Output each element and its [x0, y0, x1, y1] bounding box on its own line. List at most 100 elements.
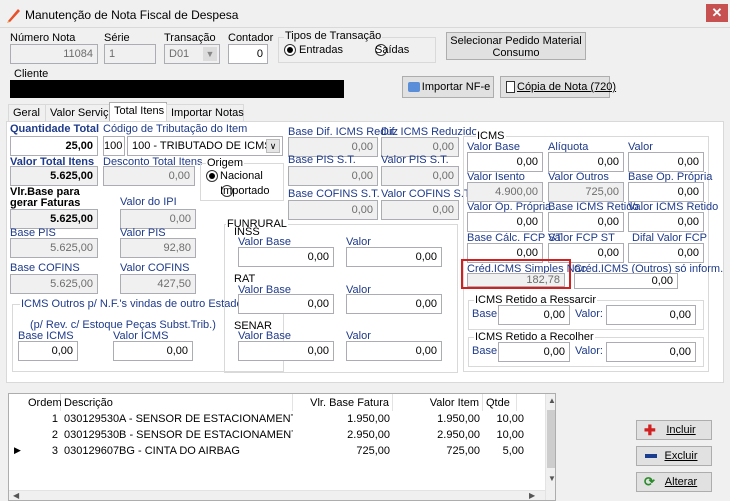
cliente-label: Cliente: [14, 68, 49, 80]
base-cofins-field[interactable]: 5.625,00: [10, 274, 98, 294]
cod-trib-code[interactable]: 100: [103, 136, 125, 156]
base-cofins-st-label: Base COFINS S.T.: [288, 188, 380, 200]
serie-field[interactable]: 1: [104, 44, 156, 64]
window-title: Manutenção de Nota Fiscal de Despesa: [25, 8, 239, 22]
cell-base: 2.950,00: [347, 429, 390, 441]
cred-simples-field[interactable]: 182,78: [467, 273, 565, 287]
rat-valor-field[interactable]: 0,00: [346, 294, 442, 314]
desconto-field[interactable]: 0,00: [103, 166, 195, 186]
base-pis-field[interactable]: 5.625,00: [10, 238, 98, 258]
excluir-label: Excluir: [664, 450, 698, 462]
contador-field[interactable]: 0: [228, 44, 268, 64]
difal-field[interactable]: 0,00: [628, 243, 704, 263]
tab-importar-notas[interactable]: Importar Notas: [166, 104, 244, 122]
plus-icon: ✚: [644, 422, 656, 438]
rat-valor-base-field[interactable]: 0,00: [238, 294, 334, 314]
qtd-total-field[interactable]: 25,00: [10, 136, 98, 156]
vlr-base-field[interactable]: 5.625,00: [10, 209, 98, 229]
serie-label: Série: [104, 32, 130, 44]
table-row[interactable]: 1 030129530A - SENSOR DE ESTACIONAMENTO …: [9, 412, 545, 427]
valor-pis-field[interactable]: 92,80: [120, 238, 196, 258]
col-header-valor[interactable]: Valor Item: [393, 394, 483, 411]
grid-horizontal-scrollbar[interactable]: ◀ ▶: [9, 490, 545, 500]
senar-valor-field[interactable]: 0,00: [346, 341, 442, 361]
incluir-label: Incluir: [666, 424, 696, 436]
col-header-ordem[interactable]: Ordem: [25, 394, 62, 411]
scroll-up-icon[interactable]: ▲: [547, 396, 555, 405]
table-row[interactable]: 2 030129530B - SENSOR DE ESTACIONAMENTO …: [9, 428, 545, 443]
valor-cofins-st-field[interactable]: 0,00: [381, 200, 459, 220]
cell-ordem: 1: [51, 413, 58, 425]
origem-label: Origem: [206, 157, 245, 169]
cell-valor: 725,00: [446, 445, 480, 457]
nacional-label: Nacional: [220, 170, 263, 182]
base-pis-st-field[interactable]: 0,00: [288, 166, 378, 186]
base-cofins-label: Base COFINS: [10, 262, 80, 274]
valor-ipi-field[interactable]: 0,00: [120, 209, 196, 229]
ressarcir-base-label: Base:: [472, 308, 501, 320]
ressarcir-valor-label: Valor:: [575, 308, 603, 320]
ressarcir-valor-field[interactable]: 0,00: [606, 305, 696, 325]
valor-pis-st-label: Valor PIS S.T.: [381, 154, 449, 166]
icms-outros-field[interactable]: 725,00: [548, 182, 624, 202]
cell-base: 725,00: [356, 445, 390, 457]
tab-valor-servico[interactable]: Valor Serviço: [45, 104, 115, 122]
scroll-right-icon[interactable]: ▶: [529, 491, 535, 500]
valor-total-field[interactable]: 5.625,00: [10, 166, 98, 186]
qtd-total-label: Quantidade Total: [10, 123, 100, 135]
cell-valor: 2.950,00: [437, 429, 480, 441]
col-header-base[interactable]: Vlr. Base Fatura: [293, 394, 393, 411]
base-cofins-st-field[interactable]: 0,00: [288, 200, 378, 220]
cell-valor: 1.950,00: [437, 413, 480, 425]
inss-valor-base-field[interactable]: 0,00: [238, 247, 334, 267]
icms-valor-retido-field[interactable]: 0,00: [628, 212, 704, 232]
base-icms-field[interactable]: 0,00: [18, 341, 78, 361]
valor-pis-st-field[interactable]: 0,00: [381, 166, 459, 186]
icms-valor-base-field[interactable]: 0,00: [467, 152, 543, 172]
cod-trib-select[interactable]: 100 - TRIBUTADO DE ICMS: [127, 136, 283, 156]
tipos-transacao-label: Tipos de Transação: [284, 30, 383, 42]
inss-valor-field[interactable]: 0,00: [346, 247, 442, 267]
scroll-left-icon[interactable]: ◀: [13, 491, 19, 500]
recolher-base-field[interactable]: 0,00: [498, 342, 570, 362]
icms-base-retido-field[interactable]: 0,00: [548, 212, 624, 232]
tab-geral[interactable]: Geral: [8, 104, 46, 122]
grid-vertical-scrollbar[interactable]: ▲ ▼: [545, 394, 555, 500]
cell-base: 1.950,00: [347, 413, 390, 425]
recolher-base-label: Base:: [472, 345, 501, 357]
close-button[interactable]: ✕: [706, 4, 728, 22]
valor-icms-field[interactable]: 0,00: [113, 341, 193, 361]
entradas-radio[interactable]: [284, 44, 296, 57]
contador-label: Contador: [228, 32, 274, 44]
app-icon: [7, 9, 20, 23]
tab-total-itens[interactable]: Total Itens: [109, 102, 167, 123]
numero-nota-field[interactable]: 11084: [10, 44, 98, 64]
icms-aliquota-field[interactable]: 0,00: [548, 152, 624, 172]
table-row[interactable]: ▶ 3 030129607BG - CINTA DO AIRBAG 725,00…: [9, 444, 545, 459]
col-header-qtde[interactable]: Qtde: [483, 394, 517, 411]
icms-isento-field[interactable]: 4.900,00: [467, 182, 543, 202]
valor-cofins-field[interactable]: 427,50: [120, 274, 196, 294]
copia-nota-button[interactable]: Cópia de Nota (720): [500, 76, 616, 98]
icms-valor-field[interactable]: 0,00: [628, 152, 704, 172]
ressarcir-base-field[interactable]: 0,00: [498, 305, 570, 325]
entradas-label: Entradas: [299, 44, 344, 56]
cell-qtde: 5,00: [502, 445, 524, 457]
chevron-down-icon[interactable]: ∨: [266, 139, 280, 153]
cliente-field[interactable]: [10, 80, 344, 98]
minus-icon: [645, 454, 657, 458]
selecionar-pedido-button[interactable]: Selecionar Pedido Material Consumo: [446, 32, 586, 60]
senar-valor-base-field[interactable]: 0,00: [238, 341, 334, 361]
cell-descricao: 030129530B - SENSOR DE ESTACIONAMENTO DA…: [64, 429, 293, 441]
col-header-descricao[interactable]: Descrição: [61, 394, 293, 411]
recolher-valor-field[interactable]: 0,00: [606, 342, 696, 362]
scroll-thumb[interactable]: [547, 410, 555, 468]
scroll-down-icon[interactable]: ▼: [547, 474, 555, 483]
cell-ordem: 3: [51, 445, 58, 457]
nacional-radio[interactable]: [206, 170, 218, 183]
icms-valor-op-field[interactable]: 0,00: [467, 212, 543, 232]
cell-qtde: 10,00: [496, 429, 524, 441]
icms-base-op-field[interactable]: 0,00: [628, 182, 704, 202]
cred-outros-field[interactable]: 0,00: [574, 273, 678, 289]
chevron-down-icon[interactable]: ▼: [203, 47, 217, 61]
